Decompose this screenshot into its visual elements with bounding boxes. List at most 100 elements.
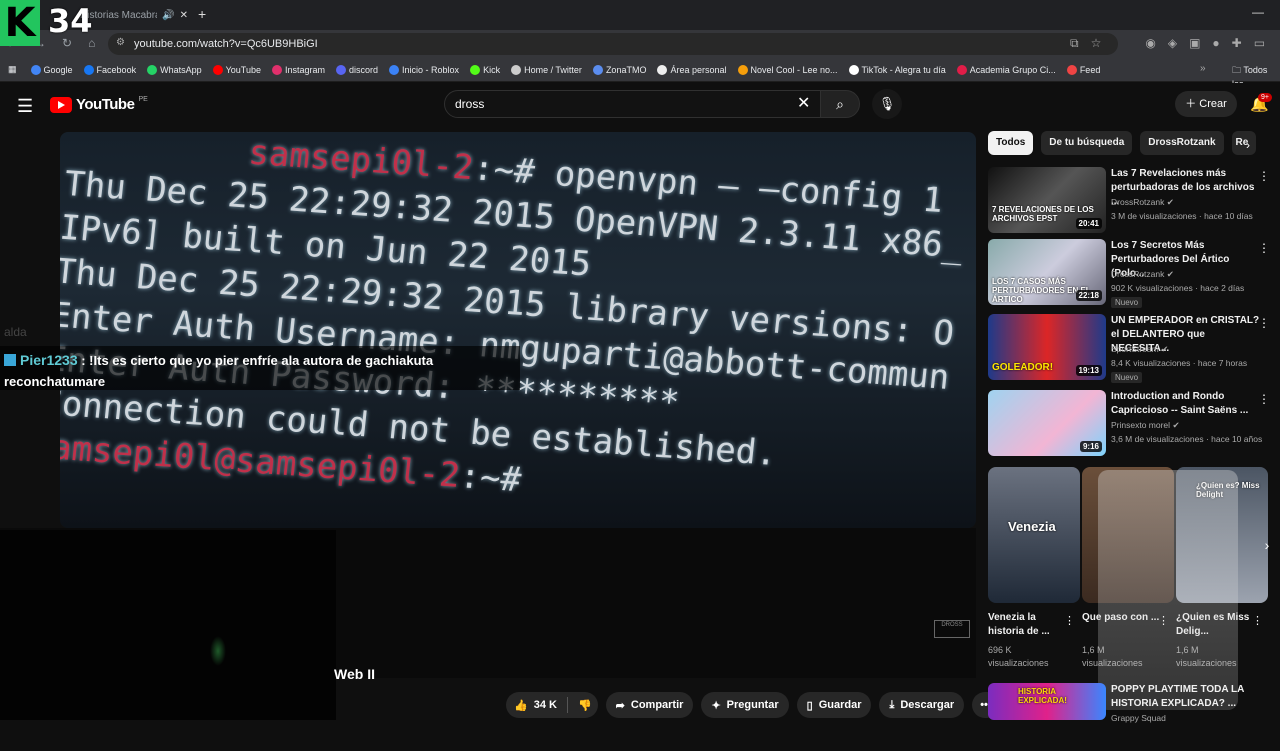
extension-icon[interactable]: ▣ [1189,36,1200,51]
verified-icon: ✔ [1161,344,1169,354]
clear-search-icon[interactable]: ✕ [797,93,810,113]
sidebar-icon[interactable]: ▭ [1254,36,1265,51]
download-button[interactable]: ⤓ Descargar [879,692,965,718]
bookmark-item[interactable]: Facebook [83,64,136,75]
bookmarks-overflow-icon[interactable]: » [1200,63,1206,74]
install-app-icon[interactable]: ⧉ [1070,36,1079,51]
video-thumbnail[interactable]: 7 REVELACIONES DE LOS ARCHIVOS EPST 20:41 [988,167,1106,233]
voice-search-button[interactable]: 🎙 [872,89,902,119]
bookmark-item[interactable]: ZonaTMO [592,64,647,75]
bookmark-favicon-icon [737,64,748,75]
like-count[interactable]: 34 K [534,699,557,711]
bookmark-item[interactable]: Home / Twitter [511,64,582,75]
save-button[interactable]: ▯ Guardar [796,692,872,718]
chips-next-icon[interactable]: › [1246,138,1250,152]
short-thumbnail[interactable]: Venezia [988,467,1080,603]
video-thumbnail[interactable]: HISTORIA EXPLICADA! [988,683,1106,720]
video-thumbnail[interactable]: 9:16 [988,390,1106,456]
tab-strip [0,0,1280,30]
bookmark-label: Home / Twitter [524,64,582,75]
recommendation-item[interactable]: HISTORIA EXPLICADA! POPPY PLAYTIME TODA … [988,683,1278,751]
more-options-icon[interactable]: ⋮ [1258,169,1270,183]
more-options-icon[interactable]: ⋮ [1258,241,1270,255]
minimize-window-button[interactable]: — [1252,5,1264,19]
create-label: Crear [1199,98,1227,110]
dislike-icon[interactable]: 👎 [578,699,592,712]
more-options-icon[interactable]: ⋮ [1258,392,1270,406]
bookmark-favicon-icon [592,64,603,75]
verified-icon: ✔ [1166,269,1174,279]
filter-chip[interactable]: DrossRotzank [1140,131,1224,155]
search-button[interactable]: ⌕ [820,90,860,118]
speaker-icon[interactable]: 🔊 [162,10,174,21]
more-options-icon[interactable]: ⋮ [1252,614,1263,627]
bookmark-item[interactable]: discord [336,64,378,75]
video-thumbnail[interactable]: LOS 7 CASOS MÁS PERTURBADORES EN EL ÁRTI… [988,239,1106,305]
close-tab-icon[interactable]: ✕ [180,10,188,21]
search-input[interactable]: dross [444,90,822,118]
more-options-icon[interactable]: ⋮ [1064,614,1075,627]
like-icon[interactable]: 👍 [514,699,528,712]
channel-label: DrossRotzank [1111,269,1165,279]
channel-name[interactable]: Prinsexto morel ✔ [1111,420,1180,431]
bookmark-item[interactable]: Inicio - Roblox [389,64,459,75]
extension-icon[interactable]: ◉ [1145,36,1155,51]
filter-chip[interactable]: Todos [988,131,1034,155]
hamburger-menu-icon[interactable]: ☰ [17,96,33,117]
extension-icon[interactable]: ◈ [1168,36,1177,51]
video-caption-fragment: Web II [334,666,375,682]
youtube-logo[interactable]: YouTube PE [50,96,148,113]
bookmark-item[interactable]: Google [30,64,73,75]
recommendation-item[interactable]: LOS 7 CASOS MÁS PERTURBADORES EN EL ÁRTI… [988,239,1278,308]
bookmark-item[interactable]: Novel Cool - Lee no... [737,64,838,75]
bookmark-item[interactable]: Instagram [271,64,325,75]
recommendation-item[interactable]: GOLEADOR! 19:13 UN EMPERADOR en CRISTAL? e… [988,314,1278,383]
new-tab-button[interactable]: + [198,6,206,22]
shorts-next-icon[interactable]: › [1256,537,1278,561]
ask-button[interactable]: ✦ Preguntar [701,692,789,718]
bookmark-item[interactable]: Área personal [657,64,727,75]
video-thumbnail[interactable]: GOLEADOR! 19:13 [988,314,1106,380]
short-title[interactable]: Venezia la historia de ... [988,611,1068,639]
bookmark-item[interactable]: Academia Grupo Ci... [956,64,1056,75]
video-title[interactable]: POPPY PLAYTIME TODA LA HISTORIA EXPLICAD… [1111,683,1261,711]
bookmark-favicon-icon [1066,64,1077,75]
channel-name[interactable]: DrossRotzank ✔ [1111,269,1174,280]
create-button[interactable]: ＋ Crear [1175,91,1237,117]
youtube-wordmark: YouTube [76,96,135,113]
more-options-icon[interactable]: ⋮ [1258,316,1270,330]
sparkle-icon: ✦ [711,699,721,712]
filter-chip[interactable]: Re [1231,131,1256,155]
microphone-icon: 🎙 [878,96,896,111]
bookmark-item[interactable]: Kick [470,64,500,75]
thumbnail-text: GOLEADOR! [992,362,1054,373]
bookmark-star-icon[interactable]: ☆ [1091,36,1102,51]
video-player[interactable]: samsepi0l-2:~# openvpn — —config 1 Thu De… [60,132,976,528]
channel-name[interactable]: Grappy Squad [1111,713,1166,723]
verified-icon: ✔ [1166,197,1174,207]
channel-name[interactable]: SportStream ✔ [1111,344,1168,355]
share-button[interactable]: ➦ Compartir [605,692,694,718]
terminal-frame: samsepi0l-2:~# openvpn — —config 1 Thu De… [60,132,976,528]
recommendation-item[interactable]: 9:16 Introduction and Rondo Capriccioso -… [988,390,1278,458]
channel-watermark[interactable]: DROSS [934,620,970,638]
extension-icon[interactable]: ● [1212,36,1219,51]
bookmark-label: ZonaTMO [605,64,647,75]
bookmark-item[interactable]: YouTube [212,64,261,75]
bookmark-favicon-icon [511,64,522,75]
bookmark-item[interactable]: WhatsApp [147,64,202,75]
browser-tab[interactable]: Historias Macabras Y 🔊 ✕ [80,4,188,26]
channel-name[interactable]: DrossRotzank ✔ [1111,197,1174,208]
bookmark-item[interactable]: TikTok - Alegra tu día [848,64,946,75]
bookmark-favicon-icon [30,64,41,75]
extensions-puzzle-icon[interactable]: ✚ [1232,36,1242,51]
bookmark-item[interactable]: Feed [1066,64,1100,75]
url-input[interactable]: youtube.com/watch?v=Qc6UB9HBiGI [108,33,1118,55]
apps-grid-icon[interactable]: ▦ [8,64,17,75]
site-info-icon[interactable]: ⚙ [116,37,125,48]
video-title[interactable]: Introduction and Rondo Capriccioso -- Sa… [1111,390,1261,418]
download-icon: ⤓ [889,698,895,711]
filter-chip[interactable]: De tu búsqueda [1041,131,1133,155]
terminal-text: :~# [457,456,524,501]
recommendation-item[interactable]: 7 REVELACIONES DE LOS ARCHIVOS EPST 20:41… [988,167,1278,235]
